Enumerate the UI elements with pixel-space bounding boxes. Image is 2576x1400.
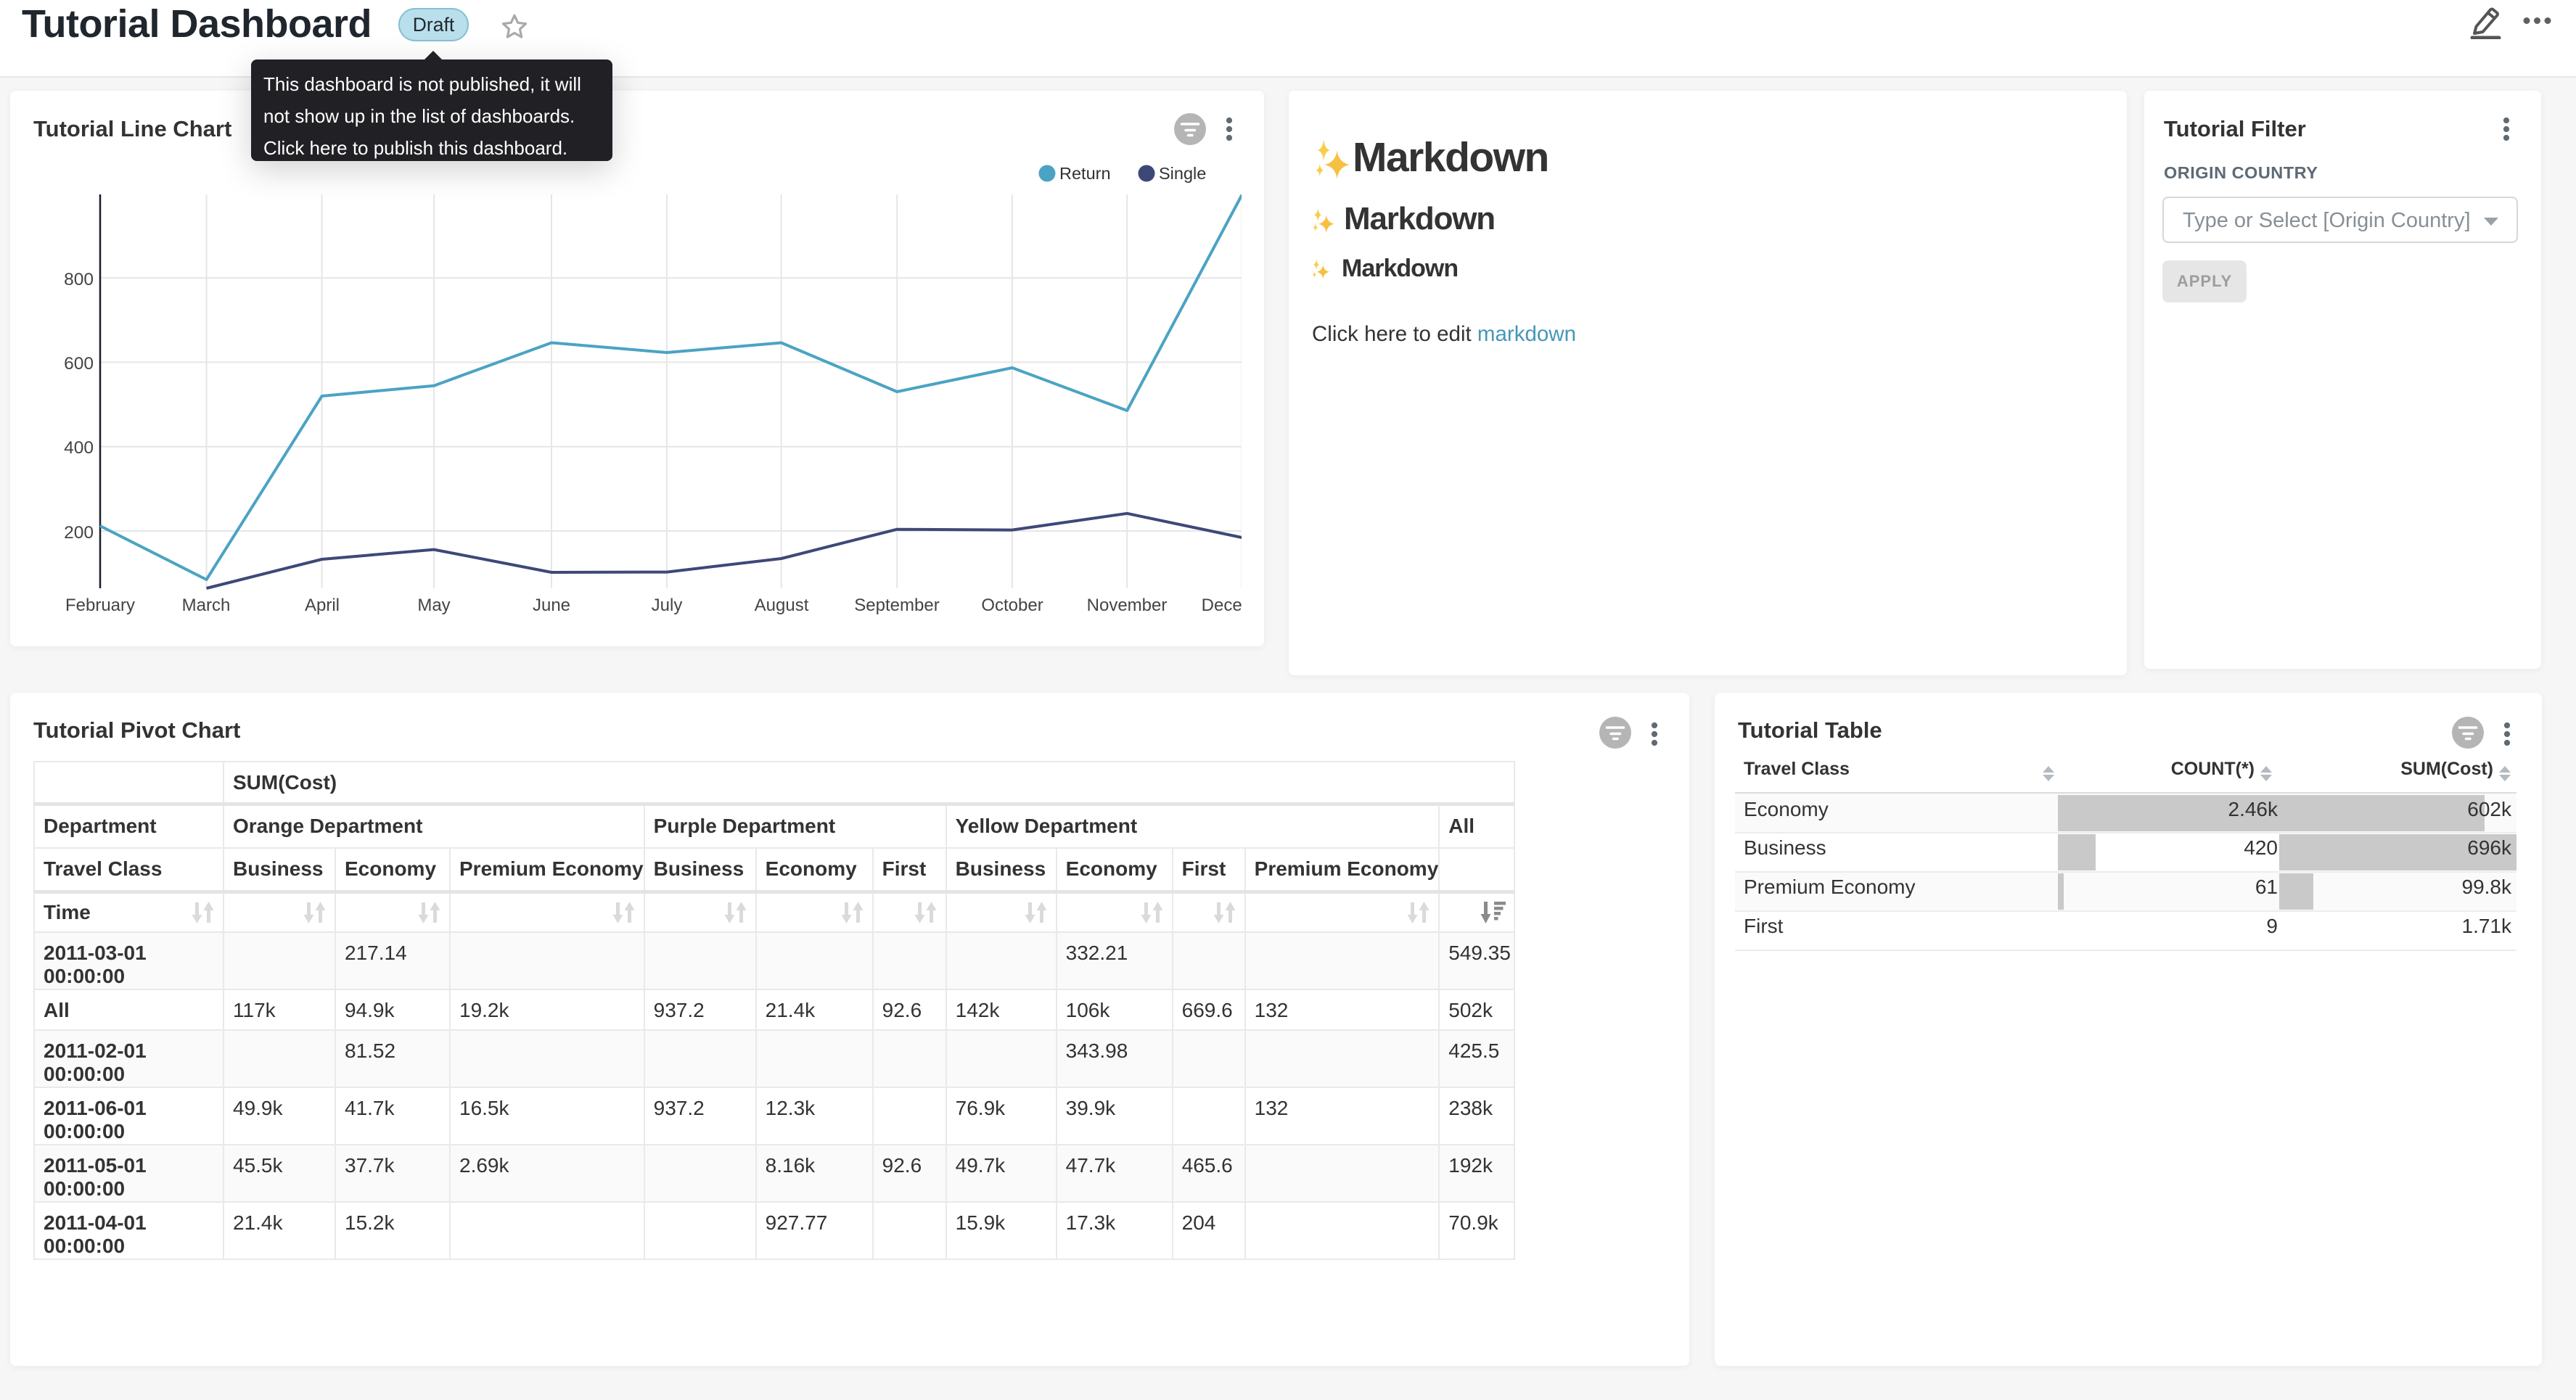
svg-text:February: February	[65, 596, 135, 615]
svg-text:800: 800	[64, 270, 94, 289]
svg-text:September: September	[854, 596, 939, 615]
svg-text:600: 600	[64, 354, 94, 374]
svg-text:April: April	[305, 596, 340, 615]
svg-text:July: July	[652, 596, 683, 615]
svg-text:Return: Return	[1059, 164, 1111, 183]
svg-text:December: December	[1202, 596, 1242, 615]
svg-text:200: 200	[64, 523, 94, 543]
svg-text:August: August	[755, 596, 809, 615]
svg-text:Single: Single	[1159, 164, 1206, 183]
svg-text:March: March	[182, 596, 231, 615]
svg-text:November: November	[1087, 596, 1168, 615]
svg-text:October: October	[981, 596, 1043, 615]
svg-text:June: June	[533, 596, 570, 615]
svg-text:May: May	[417, 596, 450, 615]
svg-text:400: 400	[64, 438, 94, 458]
